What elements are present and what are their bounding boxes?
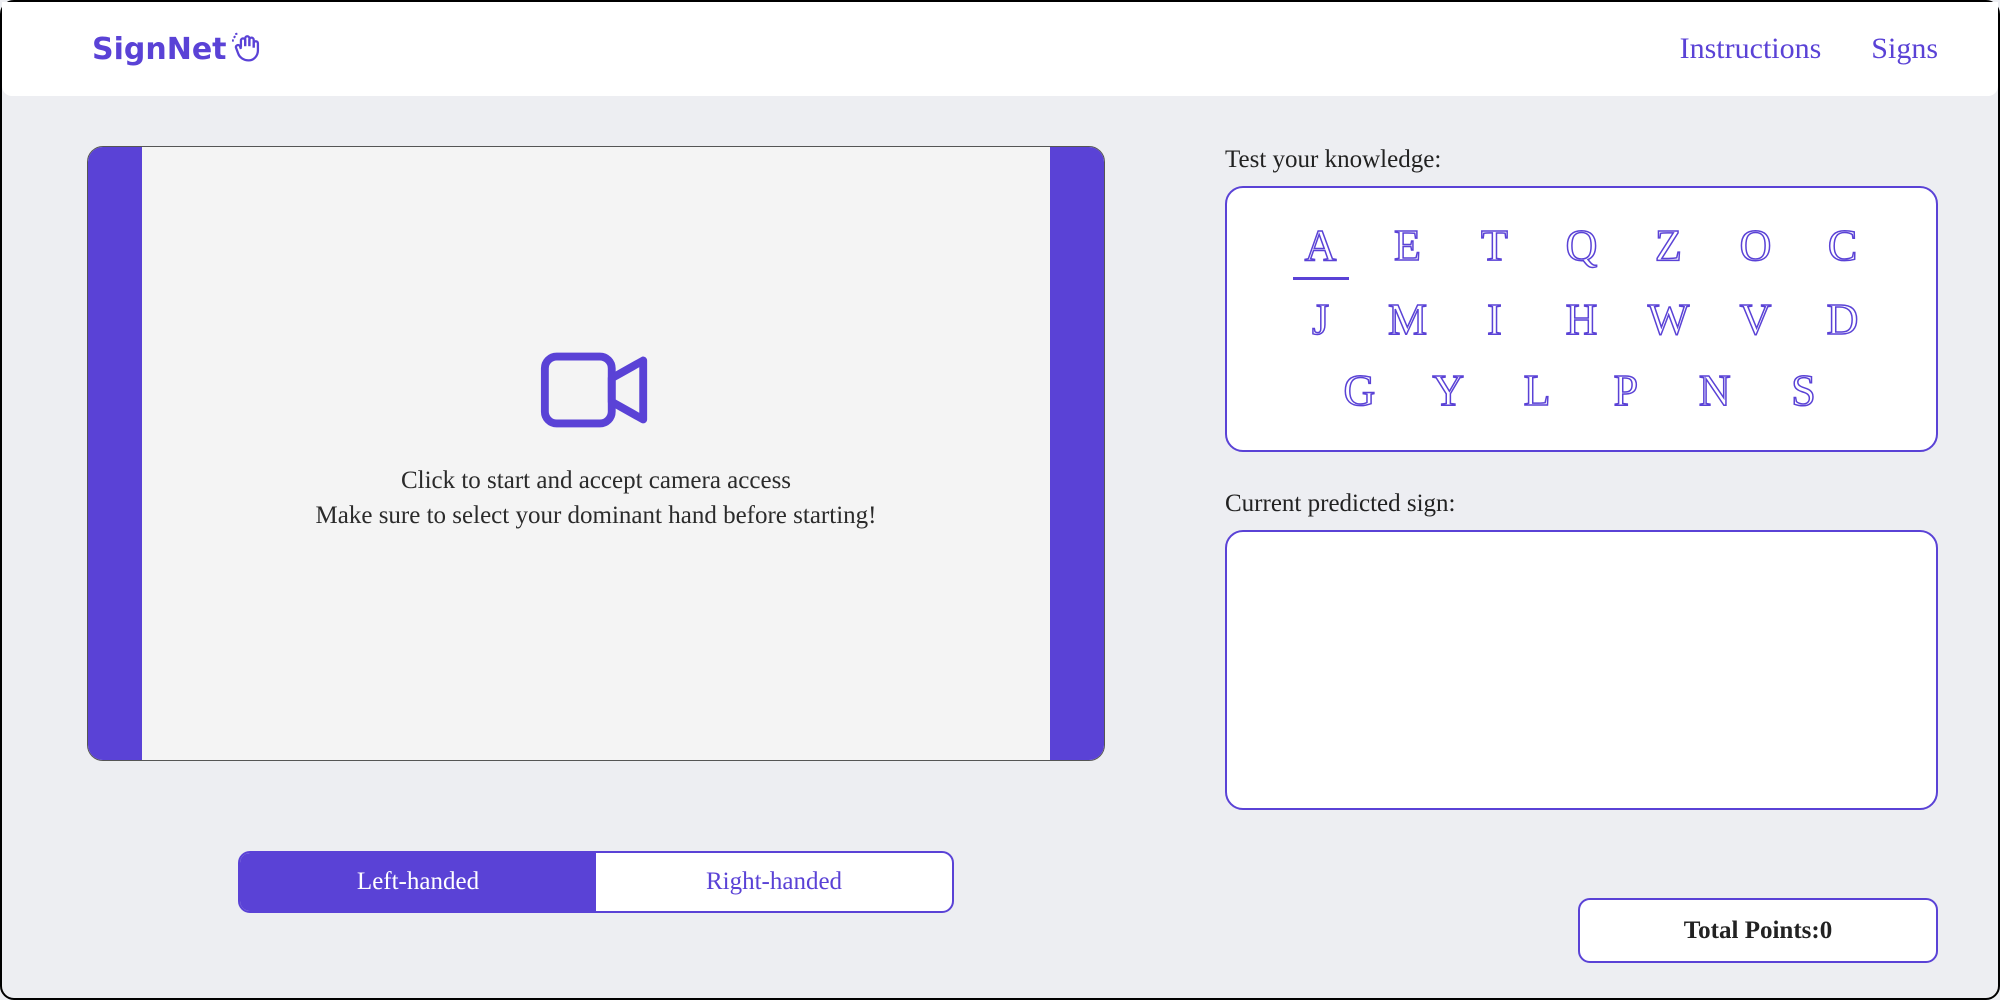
letter-Z[interactable]: Z (1641, 220, 1697, 280)
hand-toggle: Left-handed Right-handed (238, 851, 954, 913)
letter-T[interactable]: T (1467, 220, 1523, 280)
camera-hint-1: Click to start and accept camera access (316, 463, 877, 498)
test-knowledge-label: Test your knowledge: (1225, 146, 1938, 174)
letter-W[interactable]: W (1641, 294, 1697, 351)
right-column: Test your knowledge: A E T Q Z O C J M I… (1225, 146, 1938, 913)
letter-S[interactable]: S (1776, 365, 1832, 422)
letter-I[interactable]: I (1467, 294, 1523, 351)
nav-signs[interactable]: Signs (1871, 32, 1938, 66)
camera-area[interactable]: Click to start and accept camera access … (87, 146, 1105, 761)
letter-Y[interactable]: Y (1420, 365, 1476, 422)
predicted-sign-label: Current predicted sign: (1225, 490, 1938, 518)
letters-row-3: G Y L P N S (1277, 365, 1886, 422)
logo-text: SignNet (92, 32, 227, 67)
letter-O[interactable]: O (1728, 220, 1784, 280)
letter-A[interactable]: A (1293, 220, 1349, 280)
wave-hand-icon (231, 32, 265, 66)
video-camera-icon (537, 345, 655, 435)
letters-row-1: A E T Q Z O C (1277, 220, 1886, 280)
letter-L[interactable]: L (1509, 365, 1565, 422)
letter-E[interactable]: E (1380, 220, 1436, 280)
logo[interactable]: SignNet (92, 32, 265, 67)
letter-C[interactable]: C (1815, 220, 1871, 280)
nav: Instructions Signs (1680, 32, 1938, 66)
camera-placeholder: Click to start and accept camera access … (316, 345, 877, 533)
camera-pillar-left (88, 147, 142, 760)
letter-D[interactable]: D (1815, 294, 1871, 351)
points-value: 0 (1820, 917, 1833, 945)
main: Click to start and accept camera access … (2, 96, 1998, 913)
letter-G[interactable]: G (1331, 365, 1387, 422)
total-points: Total Points: 0 (1578, 898, 1938, 963)
left-handed-button[interactable]: Left-handed (240, 853, 596, 911)
left-column: Click to start and accept camera access … (87, 146, 1105, 913)
header: SignNet Instructions Signs (2, 2, 1998, 96)
letters-row-2: J M I H W V D (1277, 294, 1886, 351)
letter-M[interactable]: M (1380, 294, 1436, 351)
letter-J[interactable]: J (1293, 294, 1349, 351)
letter-H[interactable]: H (1554, 294, 1610, 351)
points-label: Total Points: (1684, 917, 1820, 945)
letter-P[interactable]: P (1598, 365, 1654, 422)
letter-V[interactable]: V (1728, 294, 1784, 351)
nav-instructions[interactable]: Instructions (1680, 32, 1822, 66)
camera-pillar-right (1050, 147, 1104, 760)
predicted-sign-panel (1225, 530, 1938, 810)
letter-Q[interactable]: Q (1554, 220, 1610, 280)
camera-hint-2: Make sure to select your dominant hand b… (316, 498, 877, 533)
right-handed-button[interactable]: Right-handed (596, 853, 952, 911)
letters-panel: A E T Q Z O C J M I H W V D G Y L P (1225, 186, 1938, 452)
letter-N[interactable]: N (1687, 365, 1743, 422)
